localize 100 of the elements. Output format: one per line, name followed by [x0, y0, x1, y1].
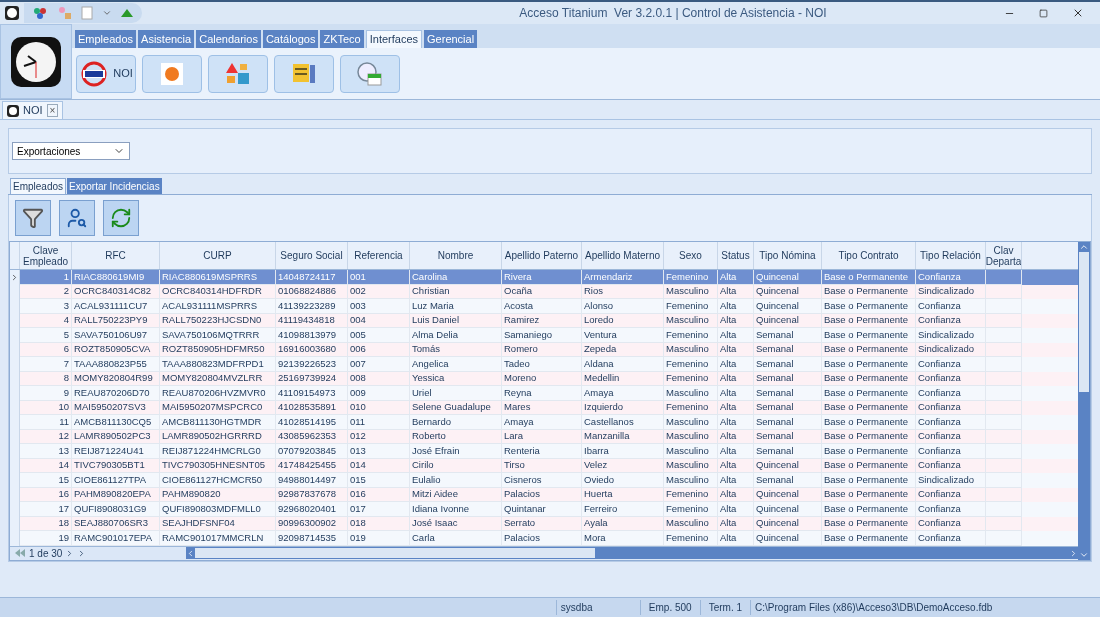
ribbon-button[interactable]	[340, 54, 400, 93]
table-cell: Confianza	[918, 314, 961, 327]
column-header[interactable]: Apellido Materno	[582, 242, 664, 269]
ribbon-button[interactable]: NOI	[76, 54, 136, 93]
document-icon[interactable]	[80, 6, 94, 20]
ribbon-button[interactable]	[274, 54, 334, 93]
table-cell: 011	[350, 415, 366, 428]
table-cell: Angelica	[412, 357, 449, 370]
ribbon-tab[interactable]: Empleados	[75, 30, 137, 48]
exports-dropdown[interactable]: Exportaciones	[12, 142, 130, 160]
table-row[interactable]: 11 AMCB811130CQ5 AMCB811130HGTMDR 41028514195 011 Bernardo Amaya Castellanos Masculino Alta Semanal Base o Permanente Confianza	[10, 415, 1078, 430]
table-cell: Izquierdo	[584, 401, 624, 414]
ribbon-tab[interactable]: Calendarios	[196, 30, 261, 48]
close-icon[interactable]	[1072, 7, 1084, 19]
table-row[interactable]: 19 RAMC901017EPA RAMC901017MMCRLN 92098714535 019 Carla Palacios Mora Femenino Alta Quincenal Base o Permanente Confianza	[10, 531, 1078, 546]
ribbon-tab[interactable]: ZKTeco	[320, 30, 364, 48]
tab[interactable]: Empleados	[10, 178, 67, 194]
table-cell: Base o Permanente	[824, 270, 908, 283]
ribbon-button[interactable]	[142, 54, 202, 93]
network-icon[interactable]	[32, 6, 48, 20]
table-row[interactable]: 7 TAAA880823P55 TAAA880823MDFRPD1 92139226523 007 Angelica Tadeo Aldana Femenino Alta Semanal Base o Permanente Confianza	[10, 357, 1078, 372]
table-cell: OCRC840314HDFRDR	[162, 285, 262, 298]
dropdown-caret-icon[interactable]	[102, 8, 112, 18]
ribbon-tab[interactable]: Catálogos	[262, 30, 319, 48]
users-icon[interactable]	[56, 6, 72, 20]
table-cell: 9	[63, 386, 69, 399]
table-cell: Confianza	[918, 415, 961, 428]
table-cell: SEAJ880706SR3	[74, 517, 148, 530]
table-cell: Cisneros	[504, 473, 542, 486]
table-cell: MAI5950207SV3	[74, 401, 146, 414]
table-cell: Confianza	[918, 401, 961, 414]
column-header[interactable]: Sexo	[664, 242, 718, 269]
scroll-left-icon[interactable]	[186, 548, 195, 558]
column-header[interactable]: Nombre	[410, 242, 502, 269]
table-cell: Confianza	[918, 488, 961, 501]
row-selector[interactable]	[10, 270, 20, 285]
column-header[interactable]: Apellido Paterno	[502, 242, 582, 269]
table-cell: Semanal	[756, 444, 794, 457]
scrollbar-thumb[interactable]	[1079, 252, 1089, 392]
column-header[interactable]: CURP	[160, 242, 276, 269]
column-header[interactable]: Tipo Nómina	[754, 242, 822, 269]
status-field: Term. 1	[699, 600, 750, 615]
table-cell: SAVA750106U97	[74, 328, 148, 341]
column-header[interactable]: Tipo Relación	[916, 242, 986, 269]
toolbar-button[interactable]	[103, 200, 139, 236]
table-cell: 005	[350, 328, 366, 341]
table-cell: Semanal	[756, 430, 794, 443]
column-header[interactable]: RFC	[72, 242, 160, 269]
table-cell: RAMC901017MMCRLN	[162, 531, 264, 544]
up-arrow-icon[interactable]	[120, 8, 134, 18]
table-cell: Alonso	[584, 299, 614, 312]
table-cell: Alta	[720, 328, 737, 341]
column-header[interactable]: Clav Departa	[986, 242, 1022, 269]
table-row[interactable]: 3 ACAL931111CU7 ACAL931111MSPRRS 41139223289 003 Luz Maria Acosta Alonso Femenino Alta Quincenal Base o Permanente Confianza	[10, 299, 1078, 314]
toolbar-button[interactable]	[59, 200, 95, 236]
table-cell: 14	[58, 459, 69, 472]
column-header[interactable]: Tipo Contrato	[822, 242, 916, 269]
column-header[interactable]: Seguro Social	[276, 242, 348, 269]
table-cell: 92098714535	[278, 531, 337, 544]
table-cell: 003	[350, 299, 366, 312]
table-row[interactable]: 17 QUFI8908031G9 QUFI890803MDFMLL0 92968020401 017 Idiana Ivonne Quintanar Ferreiro Femenino Alta Quincenal Base o Permanente Confianza	[10, 502, 1078, 517]
table-cell: ACAL931111MSPRRS	[162, 299, 258, 312]
table-cell: MOMY820804R99	[74, 372, 153, 385]
horizontal-scrollbar[interactable]	[186, 547, 1078, 559]
table-row[interactable]: 13 REIJ871224U41 REIJ871224HMCRLG0 07079203845 013 José Efrain Renteria Ibarra Masculino Alta Semanal Base o Permanente Confianza	[10, 444, 1078, 459]
tab-label: NOI	[23, 103, 43, 119]
app-menu-button[interactable]	[0, 24, 72, 99]
table-row[interactable]: 9 REAU870206D70 REAU870206HVZMVR0 41109154973 009 Uriel Reyna Amaya Masculino Alta Semanal Base o Permanente Confianza	[10, 386, 1078, 401]
maximize-icon[interactable]	[1039, 8, 1048, 18]
scroll-up-icon[interactable]	[1079, 242, 1089, 252]
table-cell: Confianza	[918, 299, 961, 312]
column-header[interactable]: Clave Empleado	[20, 242, 72, 269]
scroll-right-icon[interactable]	[1069, 548, 1078, 558]
table-row[interactable]: 15 CIOE861127TPA CIOE861127HCMCR50 94988014497 015 Eulalio Cisneros Oviedo Masculino Alta Semanal Base o Permanente Sindicalizado	[10, 473, 1078, 488]
table-cell: Palacios	[504, 488, 540, 501]
table-cell: Masculino	[666, 473, 709, 486]
ribbon-tab[interactable]: Asistencia	[138, 30, 195, 48]
tab[interactable]: Exportar Incidencias	[67, 178, 162, 194]
ribbon-button[interactable]	[208, 54, 268, 93]
table-cell: 009	[350, 386, 366, 399]
ribbon-tab[interactable]: Interfaces	[365, 30, 423, 48]
tab-close-button[interactable]: ×	[46, 104, 59, 117]
table-cell: Base o Permanente	[824, 531, 908, 544]
vertical-scrollbar[interactable]	[1078, 242, 1090, 560]
table-cell: 90996300902	[278, 517, 337, 530]
toolbar-button[interactable]	[15, 200, 51, 236]
first-page-icon[interactable]	[14, 549, 26, 557]
ribbon-tab[interactable]: Gerencial	[424, 30, 478, 48]
table-row[interactable]: 5 SAVA750106U97 SAVA750106MQTRRR 41098813979 005 Alma Delia Samaniego Ventura Femenino Alta Semanal Base o Permanente Sindicalizado	[10, 328, 1078, 343]
table-cell: TIVC790305BT1	[74, 459, 145, 472]
column-header[interactable]: Status	[718, 242, 754, 269]
table-cell: Ayala	[584, 517, 608, 530]
table-cell: 17	[58, 502, 69, 515]
document-tab[interactable]: NOI ×	[2, 101, 64, 119]
table-cell: Semanal	[756, 415, 794, 428]
table-cell: Idiana Ivonne	[412, 502, 470, 515]
scrollbar-thumb[interactable]	[195, 548, 595, 558]
column-header[interactable]: Referencia	[348, 242, 410, 269]
table-cell: Ferreiro	[584, 502, 618, 515]
table-cell: Confianza	[918, 502, 961, 515]
